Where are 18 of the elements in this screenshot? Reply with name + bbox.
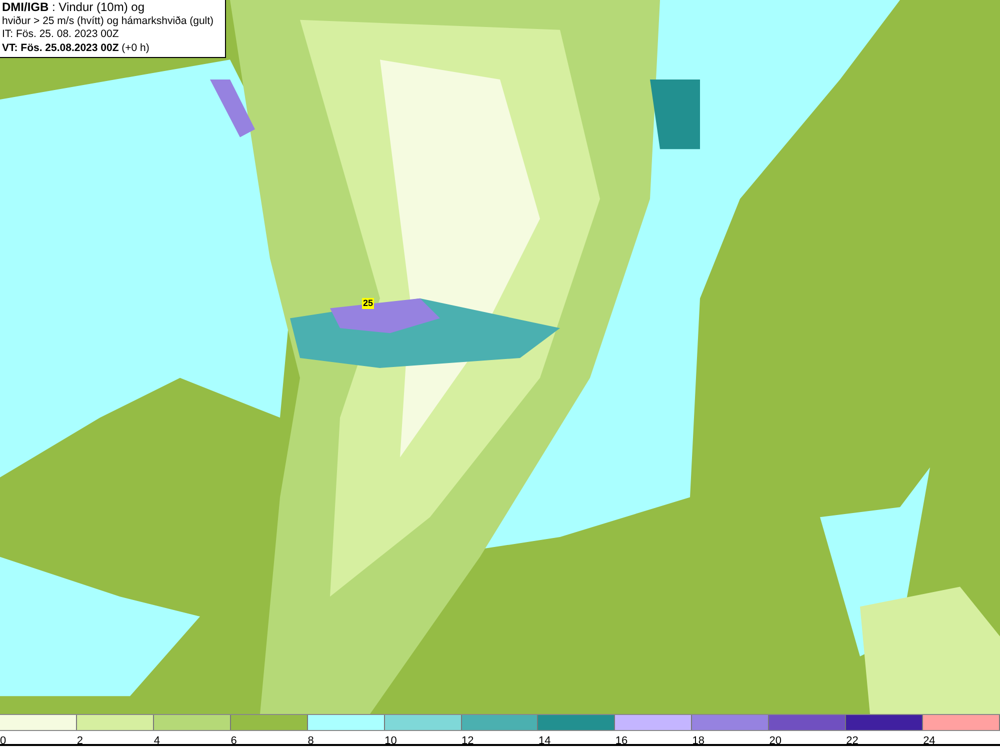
legend-label: 22: [846, 735, 858, 747]
legend-label: 18: [692, 735, 705, 747]
header-text: IT: Fös. 25. 08. 2023 00Z: [2, 28, 120, 42]
legend-label: 16: [615, 735, 628, 747]
legend-label: 14: [538, 735, 551, 747]
legend-label: 2: [76, 735, 84, 747]
legend-label: 6: [230, 735, 237, 747]
legend-label: 0: [0, 735, 6, 747]
legend-label: 4: [154, 735, 160, 747]
legend-label: 20: [769, 735, 782, 747]
gust-marker: 25: [362, 298, 374, 309]
legend-label: 24: [923, 735, 936, 747]
header-text: VT: Fös. 25.08.2023 00Z (+0 h): [2, 42, 150, 55]
header-text: hviður > 25 m/s (hvítt) og hámarkshviða (gult): [2, 14, 215, 28]
legend-label: 8: [308, 735, 314, 747]
header-text: DMI/IGB : Vindur (10m) og: [2, 1, 146, 14]
legend-label: 10: [384, 735, 397, 747]
legend-label: 12: [462, 735, 474, 747]
